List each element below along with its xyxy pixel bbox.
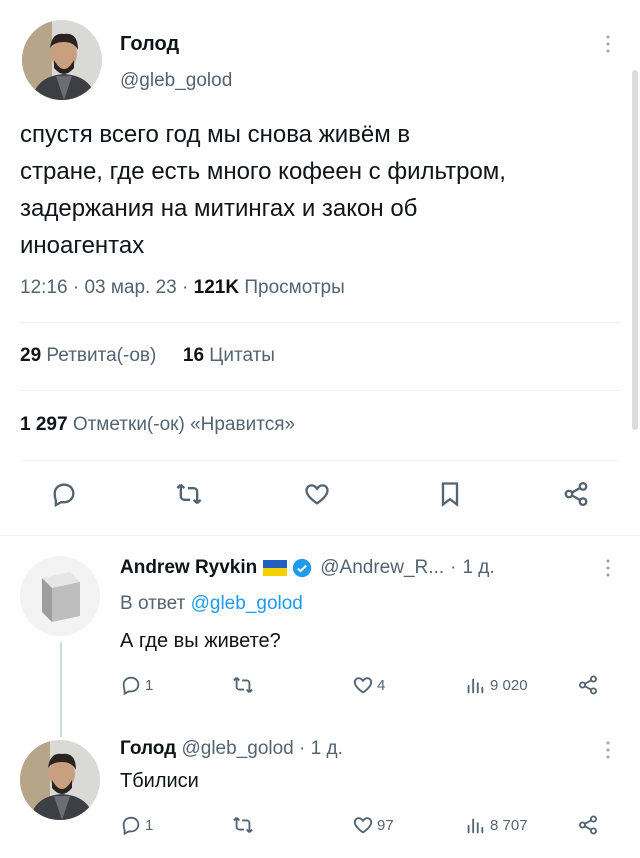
reply-header: Andrew Ryvkin @Andrew_R... · 1 д. <box>120 557 495 579</box>
retweets-stat[interactable]: 29 Ретвита(-ов) <box>20 345 162 366</box>
reply-age[interactable]: 1 д. <box>462 557 494 579</box>
reply-to: В ответ @gleb_golod <box>120 593 303 615</box>
like-button[interactable] <box>303 480 331 508</box>
reply-to-prefix: В ответ <box>120 593 186 614</box>
views-count: 8 707 <box>490 816 528 834</box>
like-count: 4 <box>377 676 386 694</box>
reply-author-name[interactable]: Andrew Ryvkin <box>120 557 257 579</box>
tweet-text-line: стране, где есть много кофеен с фильтром… <box>20 158 506 185</box>
views-icon <box>467 818 484 834</box>
quotes-stat[interactable]: 16 Цитаты <box>183 345 275 366</box>
reply-text: Тбилиси <box>120 770 199 792</box>
views-label: Просмотры <box>244 277 345 298</box>
engagement-stats: 29 Ретвита(-ов) 16 Цитаты <box>20 345 275 367</box>
retweets-label: Ретвита(-ов) <box>46 345 157 366</box>
reply-count: 1 <box>145 816 154 834</box>
more-options-button[interactable] <box>604 558 612 578</box>
reply-author-avatar[interactable] <box>20 556 100 636</box>
retweet-icon <box>176 483 202 505</box>
reply-icon <box>53 483 75 508</box>
views-button[interactable]: 9 020 <box>464 674 528 696</box>
like-button[interactable]: 4 <box>352 674 385 696</box>
reply-author-handle[interactable]: @Andrew_R... <box>320 557 444 579</box>
more-icon <box>606 35 610 53</box>
like-button[interactable]: 97 <box>352 814 394 836</box>
divider <box>20 460 620 461</box>
reply-text: А где вы живете? <box>120 630 281 652</box>
more-icon <box>606 559 610 577</box>
share-button[interactable] <box>562 480 590 508</box>
views-count: 121K <box>193 277 240 298</box>
verified-icon <box>293 558 312 578</box>
author-avatar[interactable] <box>22 20 102 100</box>
share-button[interactable] <box>577 674 599 696</box>
tweet-date[interactable]: 03 мар. 23 <box>84 277 176 298</box>
like-count: 97 <box>377 816 394 834</box>
thread-line <box>60 642 62 737</box>
reply-author-avatar[interactable] <box>20 740 100 820</box>
more-options-button[interactable] <box>604 740 612 760</box>
scrollbar[interactable] <box>632 70 638 430</box>
reply-button[interactable] <box>50 480 78 508</box>
reply-author-name[interactable]: Голод <box>120 738 176 759</box>
quotes-label: Цитаты <box>209 345 275 366</box>
bookmark-button[interactable] <box>436 480 464 508</box>
person-avatar-image <box>22 20 102 100</box>
reply-to-handle[interactable]: @gleb_golod <box>191 593 303 614</box>
reply-icon <box>122 816 140 836</box>
likes-label: Отметки(-ок) «Нравится» <box>72 414 296 435</box>
reply-author-handle[interactable]: @gleb_golod <box>181 738 293 759</box>
reply-header: Голод @gleb_golod · 1 д. <box>120 738 343 759</box>
retweet-icon <box>233 817 253 833</box>
reply-count: 1 <box>145 676 154 694</box>
bookmark-icon <box>441 482 459 507</box>
share-icon <box>579 675 597 695</box>
views-count: 9 020 <box>490 676 528 694</box>
tweet-meta: 12:16 · 03 мар. 23 · 121K Просмотры <box>20 277 345 298</box>
retweet-button[interactable] <box>232 674 257 696</box>
views-button[interactable]: 8 707 <box>464 814 528 836</box>
like-icon <box>353 677 373 694</box>
tweet-text-line: спустя всего год мы снова живём в <box>20 121 411 148</box>
more-icon <box>606 741 610 759</box>
share-button[interactable] <box>577 814 599 836</box>
retweet-icon <box>233 677 253 693</box>
person-avatar-image <box>20 740 100 820</box>
reply-icon <box>122 676 140 696</box>
like-icon <box>353 817 373 834</box>
share-icon <box>579 815 597 835</box>
quotes-count: 16 <box>182 345 205 366</box>
flag-ukraine-icon <box>263 560 288 576</box>
retweet-button[interactable] <box>175 480 203 508</box>
more-options-button[interactable] <box>604 34 612 54</box>
tweet-text: спустя всего год мы снова живём в стране… <box>20 116 630 264</box>
divider <box>0 535 640 536</box>
tweet-time[interactable]: 12:16 <box>20 277 68 298</box>
cube-avatar-image <box>20 556 100 636</box>
likes-stat[interactable]: 1 297 Отметки(-ок) «Нравится» <box>20 414 295 436</box>
share-icon <box>564 481 588 507</box>
views-icon <box>467 678 484 694</box>
retweets-count: 29 <box>20 345 42 366</box>
author-handle[interactable]: @gleb_golod <box>120 70 232 92</box>
reply-button[interactable]: 1 <box>120 674 153 696</box>
reply-button[interactable]: 1 <box>120 814 153 836</box>
author-name[interactable]: Голод <box>120 33 179 56</box>
reply-age[interactable]: 1 д. <box>311 738 343 759</box>
tweet-text-line: задержания на митингах и закон об <box>20 195 418 222</box>
tweet-text-line: иноагентах <box>20 232 145 259</box>
divider <box>20 322 620 323</box>
retweet-button[interactable] <box>232 814 257 836</box>
likes-count: 1 297 <box>20 414 68 435</box>
like-icon <box>305 484 329 505</box>
divider <box>20 390 620 391</box>
